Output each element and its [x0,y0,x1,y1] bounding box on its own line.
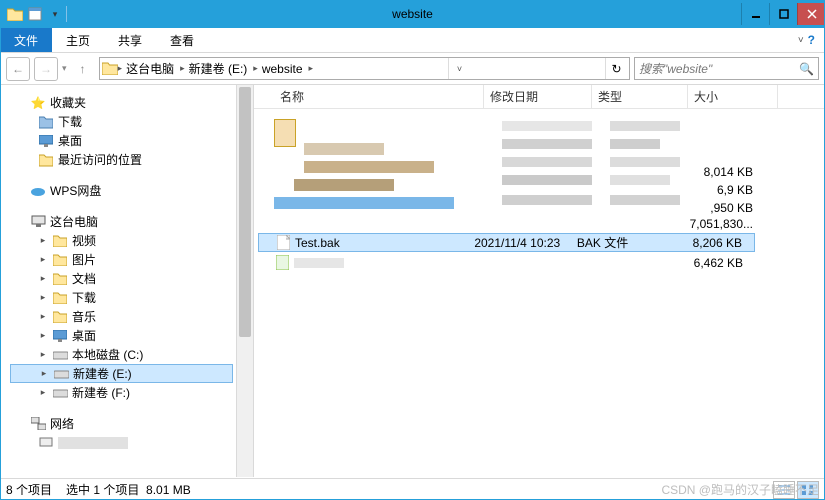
explorer-icon [26,5,44,23]
desktop-icon [52,328,68,344]
file-type: BAK 文件 [577,234,668,251]
expand-ribbon-icon[interactable]: ˅ [798,35,804,46]
dropdown-icon[interactable]: ▾ [46,5,64,23]
col-name[interactable]: 名称 [274,85,484,108]
tree-downloads2[interactable]: ▸下载 [10,288,253,307]
tree-documents[interactable]: ▸文档 [10,269,253,288]
tree-music[interactable]: ▸音乐 [10,307,253,326]
size-value: 6,9 KB [663,183,753,197]
tree-pictures[interactable]: ▸图片 [10,250,253,269]
status-count: 8 个项目 [6,481,52,498]
menu-file[interactable]: 文件 [0,28,52,52]
view-icons-button[interactable] [797,481,819,499]
tree-videos[interactable]: ▸视频 [10,231,253,250]
help-icon[interactable]: ? [808,33,815,47]
tree-recent[interactable]: 最近访问的位置 [10,150,253,169]
tree-downloads[interactable]: 下载 [10,112,253,131]
star-icon: ⭐ [30,95,46,111]
maximize-button[interactable] [769,3,797,25]
computer-icon [38,435,54,451]
censored-region [274,113,504,225]
network-icon [30,416,46,432]
folder-icon [52,252,68,268]
file-size: 6,462 KB [669,256,755,270]
column-header: 名称 修改日期 类型 大小 [254,85,825,109]
refresh-icon[interactable]: ↻ [605,58,627,79]
drive-icon [53,366,69,382]
nav-scrollbar[interactable] [236,85,253,477]
crumb-folder[interactable]: website [258,58,309,79]
tree-desktop2[interactable]: ▸桌面 [10,326,253,345]
view-details-button[interactable] [773,481,795,499]
size-value: ,950 KB [663,201,753,215]
menu-bar: 文件 主页 共享 查看 ˅ ? [0,28,825,53]
download-icon [38,114,54,130]
computer-icon [30,214,46,230]
status-selection: 选中 1 个项目 8.01 MB [66,481,191,498]
main-area: ⭐收藏夹 下载 桌面 最近访问的位置 WPS网盘 这台电脑 ▸视频 ▸图片 ▸文… [0,85,825,477]
folder-icon [52,233,68,249]
close-button[interactable] [797,3,825,25]
size-value: 7,051,830... [663,217,753,231]
col-date[interactable]: 修改日期 [484,85,592,108]
search-box[interactable]: 搜索"website" 🔍 [634,57,819,80]
col-type[interactable]: 类型 [592,85,688,108]
dropdown-icon[interactable]: ˅ [448,58,470,79]
censored-region [502,113,602,225]
cloud-icon [30,183,46,199]
folder-icon [52,309,68,325]
file-name: Test.bak [295,236,340,250]
tree-favorites[interactable]: ⭐收藏夹 [10,93,253,112]
scrollbar-thumb[interactable] [239,87,251,337]
minimize-button[interactable] [741,3,769,25]
nav-bar: ← → ▾ ↑ ▸ 这台电脑 ▸ 新建卷 (E:) ▸ website ▸ ˅ … [0,53,825,85]
tree-desktop[interactable]: 桌面 [10,131,253,150]
crumb-volume[interactable]: 新建卷 (E:) [185,58,254,79]
address-bar[interactable]: ▸ 这台电脑 ▸ 新建卷 (E:) ▸ website ▸ ˅ ↻ [99,57,630,80]
tree-vol-f[interactable]: ▸新建卷 (F:) [10,383,253,402]
tree-local-c[interactable]: ▸本地磁盘 (C:) [10,345,253,364]
up-button[interactable]: ↑ [71,57,95,81]
search-icon: 🔍 [799,62,814,76]
forward-button[interactable]: → [34,57,58,81]
file-date: 2021/11/4 10:23 [474,236,577,250]
file-row[interactable]: 6,462 KB [258,253,755,272]
history-dropdown-icon[interactable]: ▾ [62,63,67,74]
back-button[interactable]: ← [6,57,30,81]
tree-vol-e[interactable]: ▸新建卷 (E:) [10,364,233,383]
search-placeholder: 搜索"website" [639,60,799,77]
tree-network-item[interactable] [10,433,253,452]
file-icon [274,255,290,271]
nav-pane: ⭐收藏夹 下载 桌面 最近访问的位置 WPS网盘 这台电脑 ▸视频 ▸图片 ▸文… [0,85,254,477]
window-title: website [392,7,433,21]
menu-share[interactable]: 共享 [104,28,156,52]
file-list: 名称 修改日期 类型 大小 [254,85,825,477]
size-value: 8,014 KB [663,165,753,179]
folder-icon [52,290,68,306]
recent-icon [38,152,54,168]
menu-home[interactable]: 主页 [52,28,104,52]
status-bar: 8 个项目 选中 1 个项目 8.01 MB [0,478,825,500]
col-size[interactable]: 大小 [688,85,778,108]
file-size: 8,206 KB [668,236,754,250]
folder-icon [102,61,118,77]
crumb-thispc[interactable]: 这台电脑 [122,58,180,79]
tree-thispc[interactable]: 这台电脑 [10,212,253,231]
drive-icon [52,347,68,363]
desktop-icon [38,133,54,149]
file-area[interactable]: 8,014 KB 6,9 KB ,950 KB 7,051,830... Tes… [254,109,825,477]
file-row-selected[interactable]: Test.bak 2021/11/4 10:23 BAK 文件 8,206 KB [258,233,755,252]
folder-icon [6,5,24,23]
drive-icon [52,385,68,401]
tree-wps[interactable]: WPS网盘 [10,181,253,200]
menu-view[interactable]: 查看 [156,28,208,52]
tree-network[interactable]: 网络 [10,414,253,433]
folder-icon [52,271,68,287]
file-icon [275,235,291,251]
titlebar: ▾ website [0,0,825,28]
